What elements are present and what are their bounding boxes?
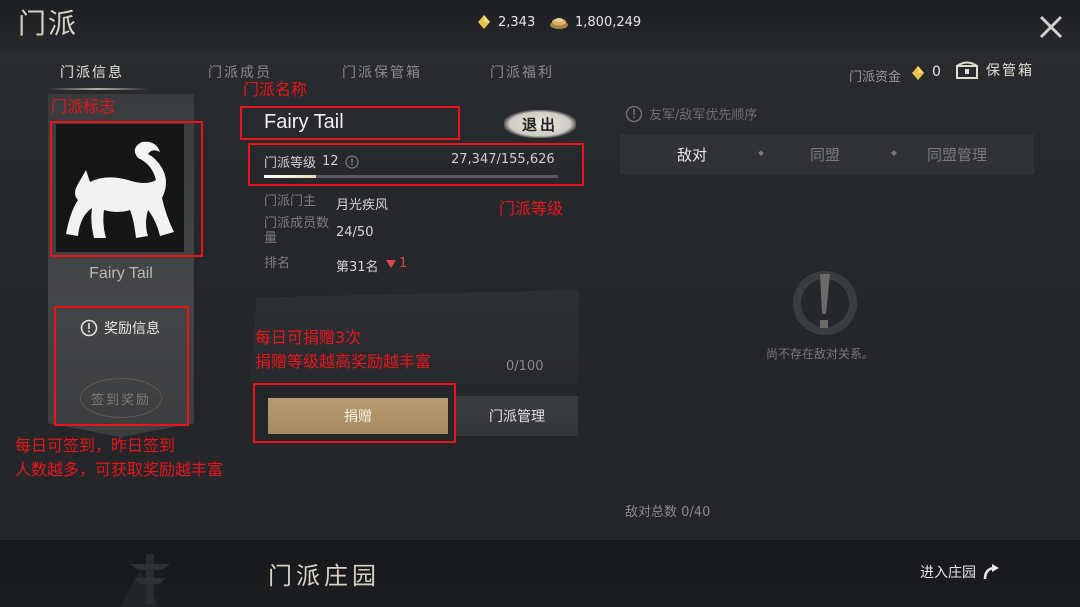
- annotation-box-clan-name: [240, 106, 460, 140]
- annotation-box-donate: [253, 383, 456, 443]
- annotation-signin-line1: 每日可签到，昨日签到: [15, 436, 176, 455]
- tab-clan-welfare[interactable]: 门派福利: [490, 62, 554, 82]
- leader-value: 月光疾风: [336, 198, 389, 213]
- enter-manor-button[interactable]: 进入庄园: [920, 562, 1000, 582]
- gold-diamond-icon: [912, 66, 924, 80]
- chest-icon: [956, 61, 978, 79]
- emblem-clan-name: Fairy Tail: [89, 265, 153, 282]
- enter-manor-label: 进入庄园: [920, 565, 976, 581]
- priority-note: 友军/敌军优先顺序: [625, 104, 757, 123]
- top-bar: [0, 0, 1080, 52]
- annotation-donate-line1: 每日可捐赠3次: [255, 328, 362, 347]
- gold-currency: 2,343: [476, 14, 535, 30]
- annotation-level: 门派等级: [499, 199, 564, 218]
- down-arrow-icon: [386, 259, 396, 268]
- rank-change-value: 1: [399, 256, 408, 271]
- manor-title: 门派庄园: [268, 562, 380, 590]
- empty-exclamation-icon: [793, 271, 857, 335]
- tab-clan-vault[interactable]: 门派保管箱: [342, 62, 422, 82]
- tab-alliance[interactable]: 同盟: [810, 144, 840, 165]
- bottom-bar: [0, 540, 1080, 607]
- annotation-box-emblem: [50, 121, 203, 257]
- page-title: 门派: [18, 7, 79, 40]
- enemy-total-value: 0/40: [681, 505, 711, 520]
- enemy-total: 敌对总数 0/40: [625, 501, 710, 520]
- annotation-donate-line2: 捐赠等级越高奖励越丰富: [255, 352, 432, 371]
- donate-count: 0/100: [506, 359, 544, 374]
- coin-amount: 1,800,249: [575, 14, 642, 30]
- tab-separator: [891, 150, 897, 156]
- exit-clan-button[interactable]: 退出: [504, 110, 576, 138]
- relation-tabs: 敌对 同盟 同盟管理: [620, 134, 1034, 174]
- clan-fund-value: 0: [932, 64, 941, 80]
- coin-currency: 1,800,249: [549, 14, 641, 30]
- tab-separator: [758, 150, 764, 156]
- clan-fund-label: 门派资金: [849, 70, 902, 85]
- members-value: 24/50: [336, 225, 374, 240]
- info-exclamation-icon: [625, 105, 643, 122]
- vault-button[interactable]: 保管箱: [956, 60, 1034, 80]
- tab-alliance-manage[interactable]: 同盟管理: [927, 144, 987, 165]
- curved-arrow-icon: [983, 564, 999, 580]
- enemy-total-label: 敌对总数: [625, 505, 678, 520]
- annotation-box-level: [248, 143, 584, 186]
- tab-hostile[interactable]: 敌对: [677, 144, 707, 165]
- gold-diamond-icon: [478, 15, 490, 29]
- empty-relations-text: 尚不存在敌对关系。: [766, 347, 875, 361]
- coin-pile-icon: [550, 18, 568, 29]
- rank-change: 1: [386, 256, 407, 271]
- annotation-signin-line2: 人数越多，可获取奖励越丰富: [15, 460, 224, 479]
- members-label: 门派成员数量: [264, 216, 330, 246]
- annotation-emblem: 门派标志: [51, 97, 116, 116]
- priority-note-text: 友军/敌军优先顺序: [649, 108, 758, 123]
- close-icon[interactable]: [1036, 12, 1066, 42]
- rank-label: 排名: [264, 256, 291, 271]
- clan-manage-button[interactable]: 门派管理: [456, 396, 578, 436]
- rank-value: 第31名: [336, 260, 379, 275]
- leader-label: 门派门主: [264, 194, 317, 209]
- tab-active-indicator: [48, 88, 148, 90]
- vault-label: 保管箱: [986, 63, 1034, 79]
- annotation-box-signin: [54, 306, 189, 426]
- gold-amount: 2,343: [498, 14, 536, 30]
- annotation-clan-name: 门派名称: [243, 80, 308, 99]
- tab-clan-info[interactable]: 门派信息: [60, 62, 124, 82]
